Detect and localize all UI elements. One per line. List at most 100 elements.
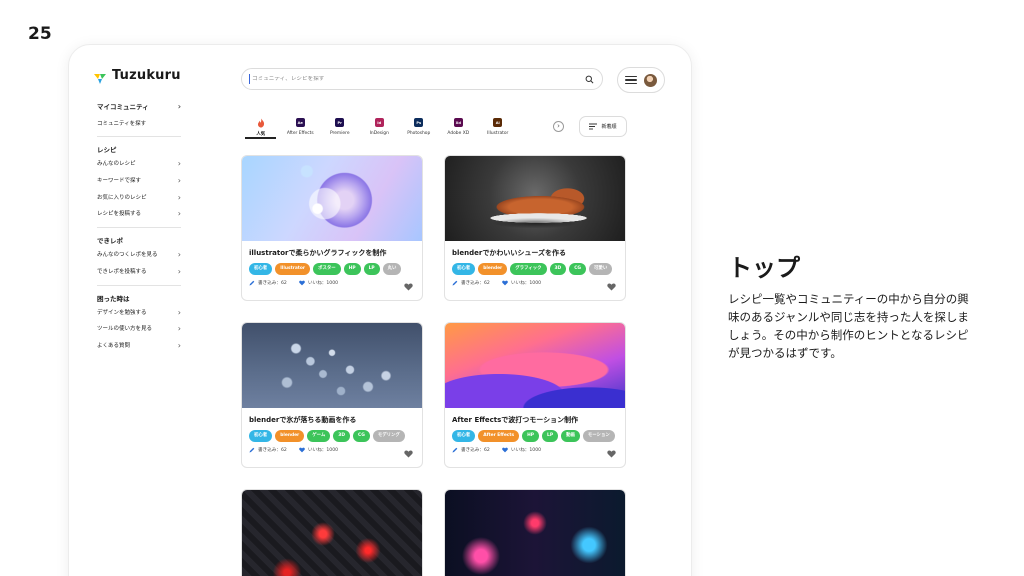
favorite-heart-icon[interactable] xyxy=(607,283,616,291)
recipe-card[interactable]: blenderでかわいいシューズを作る 初心者 blender グラフィック 3… xyxy=(444,155,626,301)
tag-list: 初心者 Illustrator ポスター HP LP 丸い xyxy=(249,263,422,275)
pencil-icon xyxy=(249,447,255,453)
card-thumbnail xyxy=(242,156,422,241)
search-bar[interactable] xyxy=(241,68,603,90)
tag[interactable]: HP xyxy=(343,263,361,275)
chevron-right-icon: › xyxy=(177,324,181,334)
tag[interactable]: ポスター xyxy=(313,263,341,275)
tag[interactable]: LP xyxy=(363,263,380,275)
tag[interactable]: 3D xyxy=(333,430,350,442)
tag[interactable]: Illustrator xyxy=(275,263,311,275)
search-input[interactable] xyxy=(252,76,581,82)
tab-photoshop[interactable]: Ps Photoshop xyxy=(399,116,439,137)
sidebar-item-label: できレポを投稿する xyxy=(97,268,147,275)
tab-after-effects[interactable]: Ae After Effects xyxy=(281,116,321,137)
slide-number: 25 xyxy=(28,24,52,44)
write-count-label: 書き込み：62 xyxy=(258,448,287,453)
tab-label: Premiere xyxy=(329,131,350,136)
tag[interactable]: 動画 xyxy=(561,430,580,442)
tag[interactable]: CG xyxy=(569,263,587,275)
sidebar-item-view-tsukurepo[interactable]: みんなのつくレポを見る › xyxy=(97,247,181,264)
tag[interactable]: blender xyxy=(275,430,305,442)
logo-mark-icon xyxy=(93,70,107,84)
chevron-right-icon: › xyxy=(177,340,181,350)
card-thumbnail xyxy=(242,323,422,408)
hamburger-menu-icon xyxy=(625,75,637,85)
chevron-right-icon: › xyxy=(177,159,181,169)
card-thumbnail xyxy=(445,156,625,241)
tag[interactable]: モーション xyxy=(582,430,615,442)
sort-button[interactable]: 新着順 xyxy=(579,116,627,137)
premiere-icon: Pr xyxy=(335,118,345,127)
tab-premiere[interactable]: Pr Premiere xyxy=(320,116,360,137)
active-tab-indicator xyxy=(245,137,276,139)
tag[interactable]: 3D xyxy=(549,263,567,275)
tag[interactable]: blender xyxy=(478,263,508,275)
sidebar-item-keyword-search[interactable]: キーワードで探す › xyxy=(97,173,181,190)
section-heading: トップ xyxy=(728,254,800,282)
sidebar-item-study-design[interactable]: デザインを勉強する › xyxy=(97,305,181,322)
like-count-label: いいね：1000 xyxy=(511,281,542,286)
sidebar-item-my-community[interactable]: マイコミュニティ › xyxy=(97,99,181,116)
write-count: 書き込み：62 xyxy=(452,447,502,453)
like-count: いいね：1000 xyxy=(299,280,349,286)
tab-popular[interactable]: 人気 xyxy=(241,116,281,137)
logo-text: Tuzukuru xyxy=(112,68,181,83)
sidebar-item-label: ツールの使い方を見る xyxy=(97,326,153,333)
tag[interactable]: 丸い xyxy=(382,263,402,275)
sidebar-item-find-community[interactable]: コミュニティを探す xyxy=(97,116,181,133)
tag[interactable]: 初心者 xyxy=(452,263,476,275)
sidebar-item-everyone-recipes[interactable]: みんなのレシピ › xyxy=(97,156,181,173)
tag[interactable]: CG xyxy=(352,430,370,442)
chevron-right-icon: › xyxy=(177,266,181,276)
card-title: blenderでかわいいシューズを作る xyxy=(452,249,567,257)
heart-icon xyxy=(299,280,305,286)
tag[interactable]: ゲーム xyxy=(307,430,331,442)
tabs-next-arrow-icon[interactable]: › xyxy=(553,121,564,132)
recipe-card[interactable] xyxy=(241,489,423,576)
card-thumbnail xyxy=(445,490,625,576)
app-screen-frame: Tuzukuru マイコミュニティ › コミュニティを探す レシピ みんなのレシ… xyxy=(68,44,692,576)
tag[interactable]: 初心者 xyxy=(452,430,476,442)
write-count: 書き込み：62 xyxy=(249,447,299,453)
category-tabs: 人気 Ae After Effects Pr Premiere Id InDes… xyxy=(241,116,518,137)
recipe-card[interactable] xyxy=(444,489,626,576)
sidebar-item-post-dekirepo[interactable]: できレポを投稿する › xyxy=(97,264,181,281)
search-icon[interactable] xyxy=(581,71,597,87)
tag[interactable]: HP xyxy=(522,430,540,442)
write-count: 書き込み：62 xyxy=(452,280,502,286)
sidebar-item-label: レシピを投稿する xyxy=(97,211,142,218)
tag[interactable]: 可愛い xyxy=(589,263,613,275)
app-logo[interactable]: Tuzukuru xyxy=(93,68,181,84)
favorite-heart-icon[interactable] xyxy=(607,450,616,458)
like-count: いいね：1000 xyxy=(299,447,349,453)
user-menu-button[interactable] xyxy=(617,67,665,93)
tab-adobe-xd[interactable]: Xd Adobe XD xyxy=(439,116,479,137)
favorite-heart-icon[interactable] xyxy=(404,283,413,291)
recipe-card[interactable]: illustratorで柔らかいグラフィックを制作 初心者 Illustrato… xyxy=(241,155,423,301)
tag-list: 初心者 blender グラフィック 3D CG 可愛い xyxy=(452,263,625,275)
avatar xyxy=(644,73,657,87)
tab-label: Illustrator xyxy=(487,131,509,136)
recipe-card[interactable]: After Effectsで波打つモーション制作 初心者 After Effec… xyxy=(444,322,626,468)
recipe-card[interactable]: blenderで氷が落ちる動画を作る 初心者 blender ゲーム 3D CG… xyxy=(241,322,423,468)
card-stats: 書き込み：62 いいね：1000 xyxy=(452,447,625,453)
tag[interactable]: LP xyxy=(542,430,559,442)
tag[interactable]: 初心者 xyxy=(249,263,273,275)
pencil-icon xyxy=(452,447,458,453)
tag[interactable]: モデリング xyxy=(372,430,405,442)
card-title: illustratorで柔らかいグラフィックを制作 xyxy=(249,249,387,257)
like-count: いいね：1000 xyxy=(502,280,552,286)
tab-indesign[interactable]: Id InDesign xyxy=(360,116,400,137)
tag[interactable]: グラフィック xyxy=(510,263,547,275)
tag[interactable]: 初心者 xyxy=(249,430,273,442)
favorite-heart-icon[interactable] xyxy=(404,450,413,458)
sidebar-item-tool-usage[interactable]: ツールの使い方を見る › xyxy=(97,321,181,338)
sidebar-item-faq[interactable]: よくある質問 › xyxy=(97,338,181,355)
tab-illustrator[interactable]: Ai Illustrator xyxy=(478,116,518,137)
tag[interactable]: After Effects xyxy=(478,430,520,442)
sidebar-item-favorite-recipes[interactable]: お気に入りのレシピ › xyxy=(97,190,181,207)
adobe-xd-icon: Xd xyxy=(453,118,463,127)
sidebar-item-post-recipe[interactable]: レシピを投稿する › xyxy=(97,206,181,223)
pencil-icon xyxy=(452,280,458,286)
